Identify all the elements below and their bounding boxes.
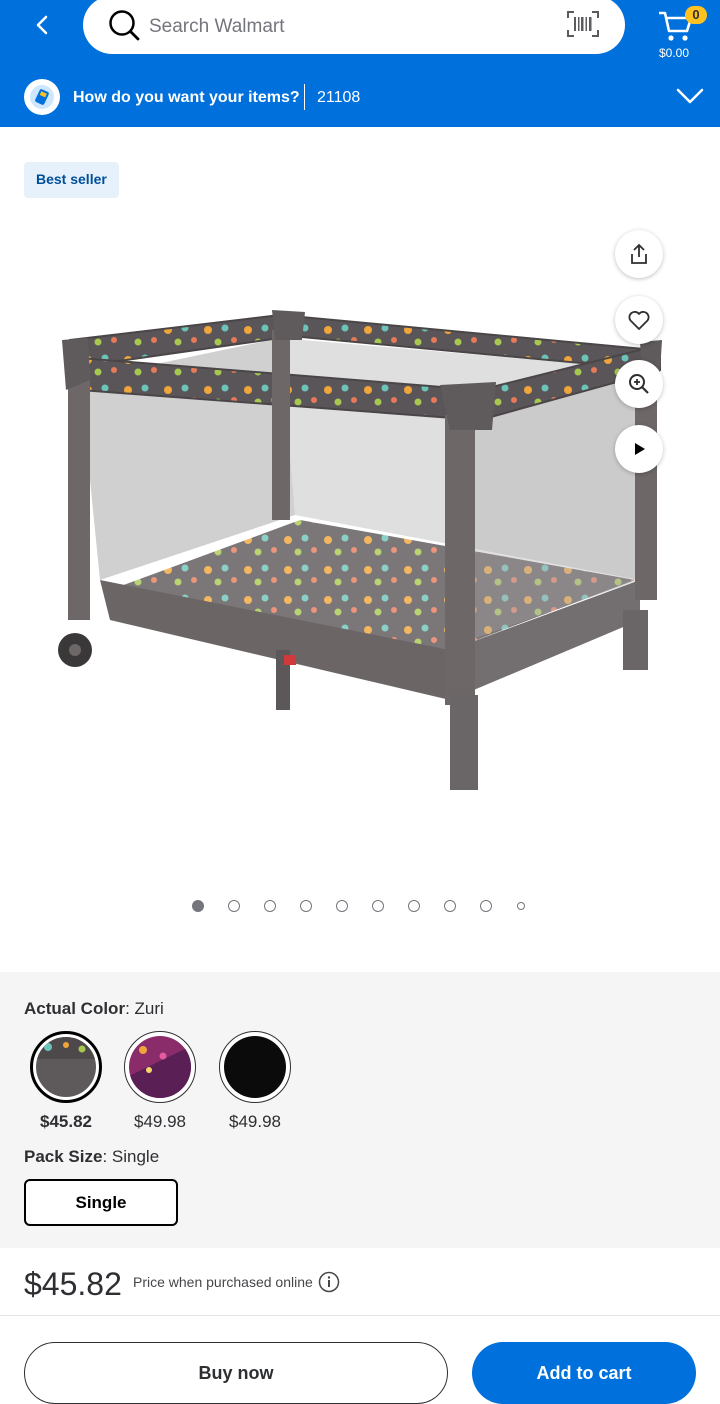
buy-now-button[interactable]: Buy now: [24, 1342, 448, 1404]
pack-value: : Single: [102, 1147, 160, 1166]
product-image[interactable]: [40, 290, 680, 810]
search-input[interactable]: Search Walmart: [83, 0, 625, 54]
search-icon: [109, 10, 140, 41]
variant-section: Actual Color: Zuri $45.82 $49.98 $49.98 …: [0, 972, 720, 1248]
color-label-row: Actual Color: Zuri: [24, 999, 164, 1019]
carousel-dot[interactable]: [480, 900, 492, 912]
top-header: Search Walmart 0 $0.00 How do you want y…: [0, 0, 720, 127]
carousel-dot[interactable]: [408, 900, 420, 912]
swatch-price: $49.98: [229, 1112, 281, 1131]
price-row: $45.82 Price when purchased online: [0, 1250, 720, 1316]
swatch-zuri[interactable]: [30, 1031, 102, 1103]
pack-label: Pack Size: [24, 1147, 103, 1166]
pack-option-single[interactable]: Single: [24, 1179, 178, 1226]
swatch-price: $49.98: [134, 1112, 186, 1131]
swatch-purple[interactable]: [124, 1031, 196, 1103]
zoom-button[interactable]: [615, 360, 663, 408]
bestseller-badge: Best seller: [24, 162, 119, 198]
carousel-dot[interactable]: [192, 900, 204, 912]
color-value: : Zuri: [125, 999, 164, 1018]
add-to-cart-button[interactable]: Add to cart: [472, 1342, 696, 1404]
search-placeholder: Search Walmart: [149, 16, 285, 37]
cart-button[interactable]: 0 $0.00: [655, 4, 715, 60]
chevron-down-icon[interactable]: [676, 86, 704, 106]
share-button[interactable]: [615, 230, 663, 278]
carousel-dot[interactable]: [300, 900, 312, 912]
cart-count-badge: 0: [685, 6, 707, 24]
favorite-button[interactable]: [615, 296, 663, 344]
carousel-indicator: [0, 899, 720, 915]
cart-total: $0.00: [659, 46, 690, 60]
price: $45.82: [24, 1266, 122, 1302]
carousel-dot[interactable]: [517, 902, 525, 910]
carousel-dot[interactable]: [264, 900, 276, 912]
zip-code: 21108: [317, 89, 361, 106]
delivery-selector[interactable]: How do you want your items? 21108: [0, 70, 720, 127]
delivery-question: How do you want your items?: [73, 89, 300, 106]
divider: [304, 84, 305, 110]
zoom-in-icon: [629, 374, 649, 394]
chevron-left-icon: [36, 15, 48, 35]
swatch-black[interactable]: [219, 1031, 291, 1103]
carousel-dot[interactable]: [336, 900, 348, 912]
delivery-logo-icon: [24, 79, 60, 115]
heart-icon: [628, 311, 650, 330]
share-icon: [631, 243, 647, 264]
carousel-dot[interactable]: [372, 900, 384, 912]
barcode-scan-icon[interactable]: [566, 10, 600, 38]
color-label: Actual Color: [24, 999, 126, 1018]
carousel-dot[interactable]: [228, 900, 240, 912]
play-icon: [635, 443, 645, 455]
pack-label-row: Pack Size: Single: [24, 1147, 159, 1167]
back-button[interactable]: [26, 8, 60, 42]
price-note: Price when purchased online: [133, 1274, 313, 1290]
swatch-price: $45.82: [40, 1112, 92, 1131]
carousel-dot[interactable]: [444, 900, 456, 912]
info-icon[interactable]: [318, 1271, 340, 1293]
video-button[interactable]: [615, 425, 663, 473]
action-bar: Buy now Add to cart: [0, 1318, 720, 1404]
